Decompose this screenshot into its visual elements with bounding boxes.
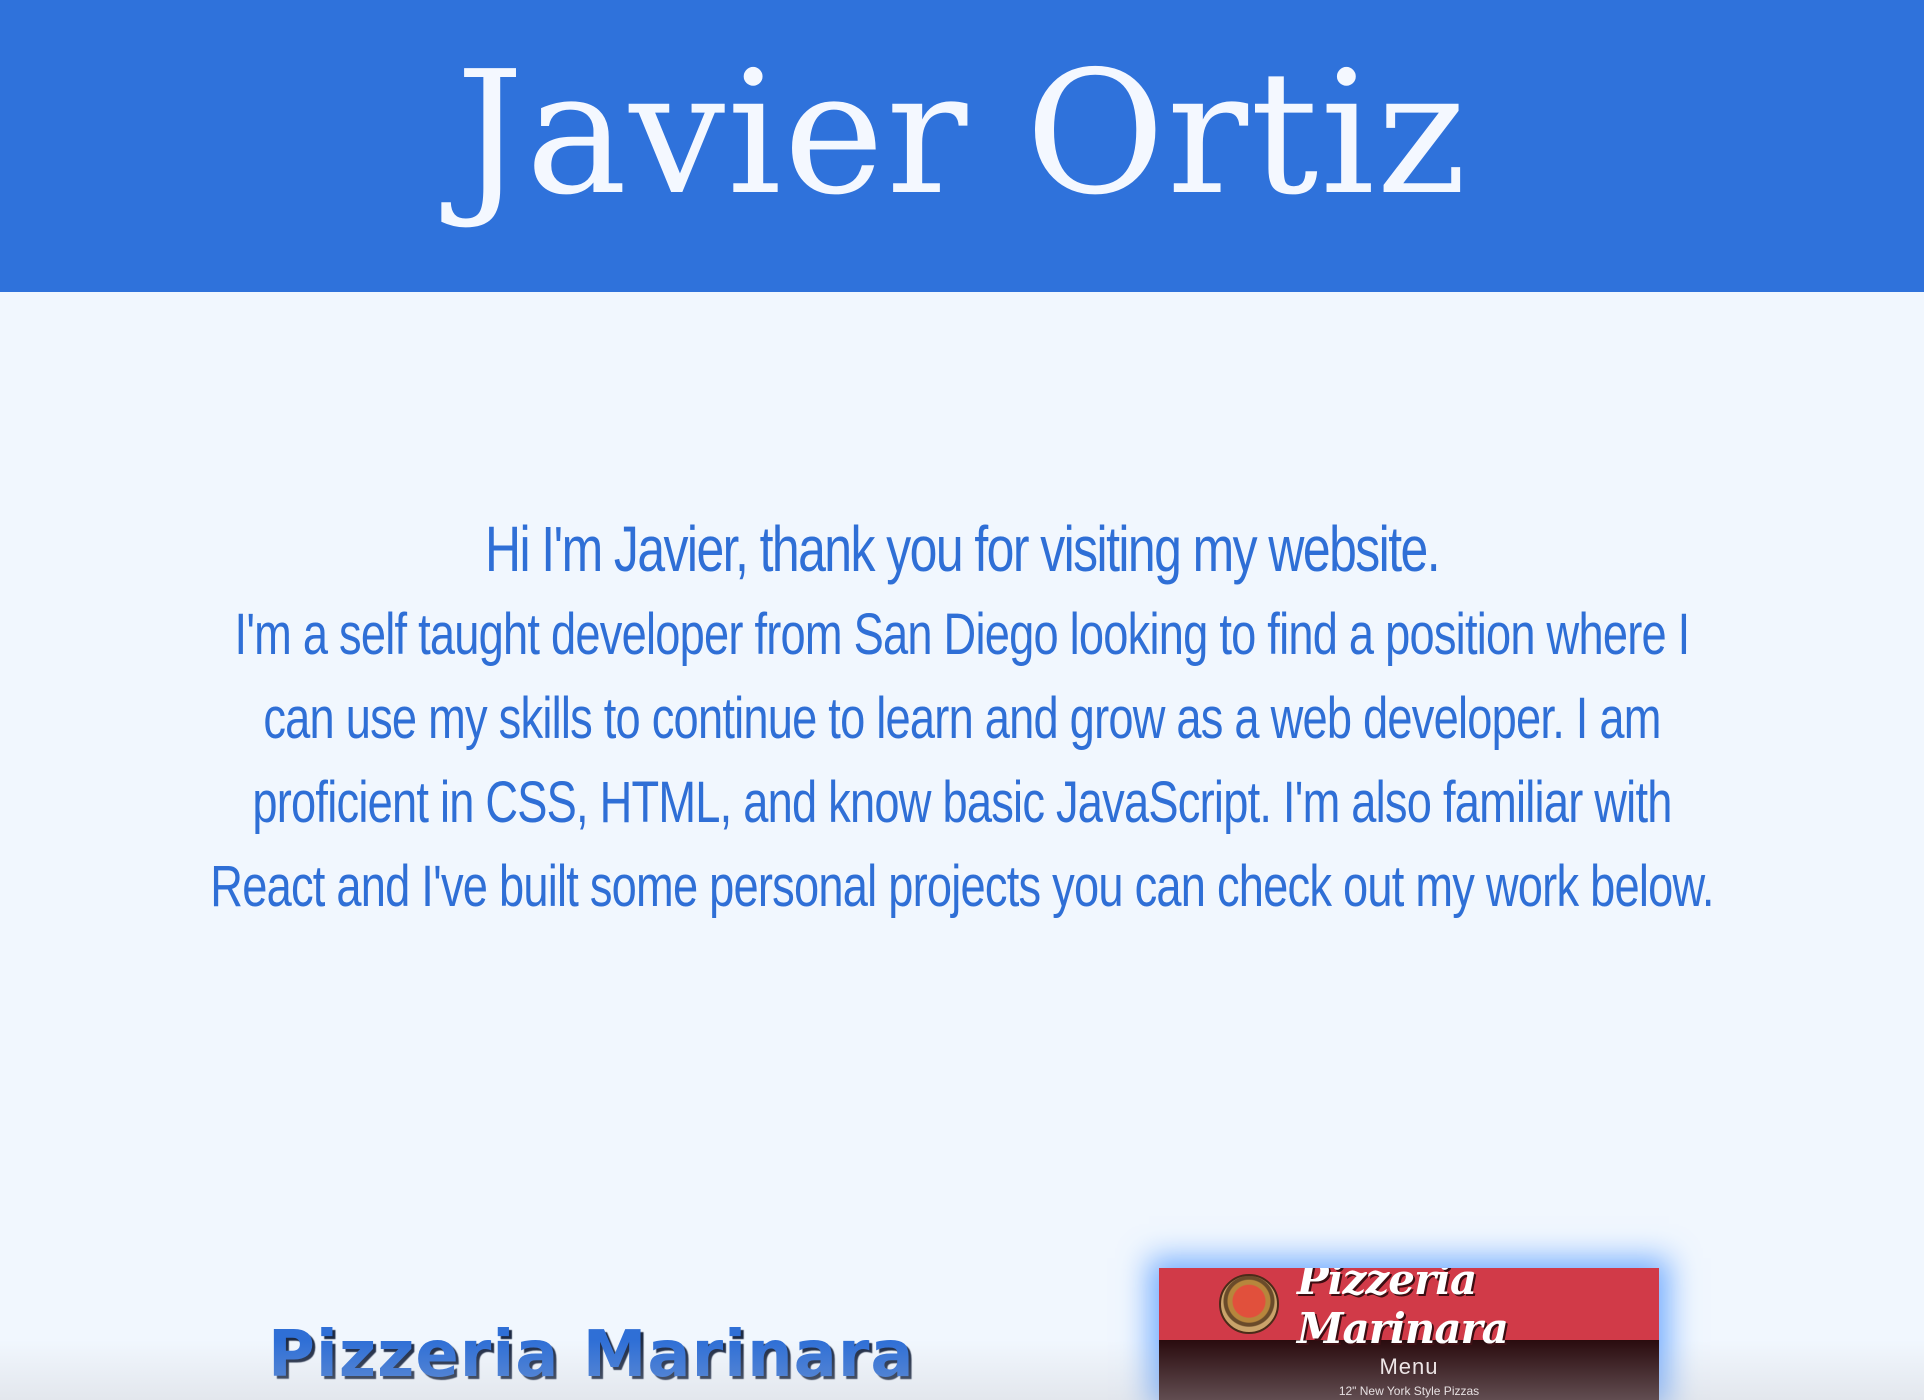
project-preview-brand: Pizzeria Marinara — [1297, 1268, 1509, 1353]
intro-bio: I'm a self taught developer from San Die… — [210, 602, 1714, 919]
project-title: Pizzeria Marinara — [268, 1318, 915, 1392]
project-preview-banner: Pizzeria Marinara — [1159, 1268, 1659, 1353]
pizzeria-logo-icon — [1219, 1274, 1279, 1334]
site-title: Javier Ortiz — [455, 35, 1469, 233]
project-preview-menu-subtitle: 12" New York Style Pizzas — [1338, 1384, 1480, 1398]
intro-section: Hi I'm Javier, thank you for visiting my… — [180, 505, 1744, 929]
project-preview-menu: Menu 12" New York Style Pizzas — [1159, 1354, 1659, 1398]
project-preview-card[interactable]: Pizzeria Marinara Menu 12" New York Styl… — [1159, 1268, 1659, 1400]
project-preview-menu-title: Menu — [1379, 1354, 1439, 1379]
intro-greeting: Hi I'm Javier, thank you for visiting my… — [484, 513, 1441, 585]
site-header: Javier Ortiz — [0, 0, 1924, 292]
